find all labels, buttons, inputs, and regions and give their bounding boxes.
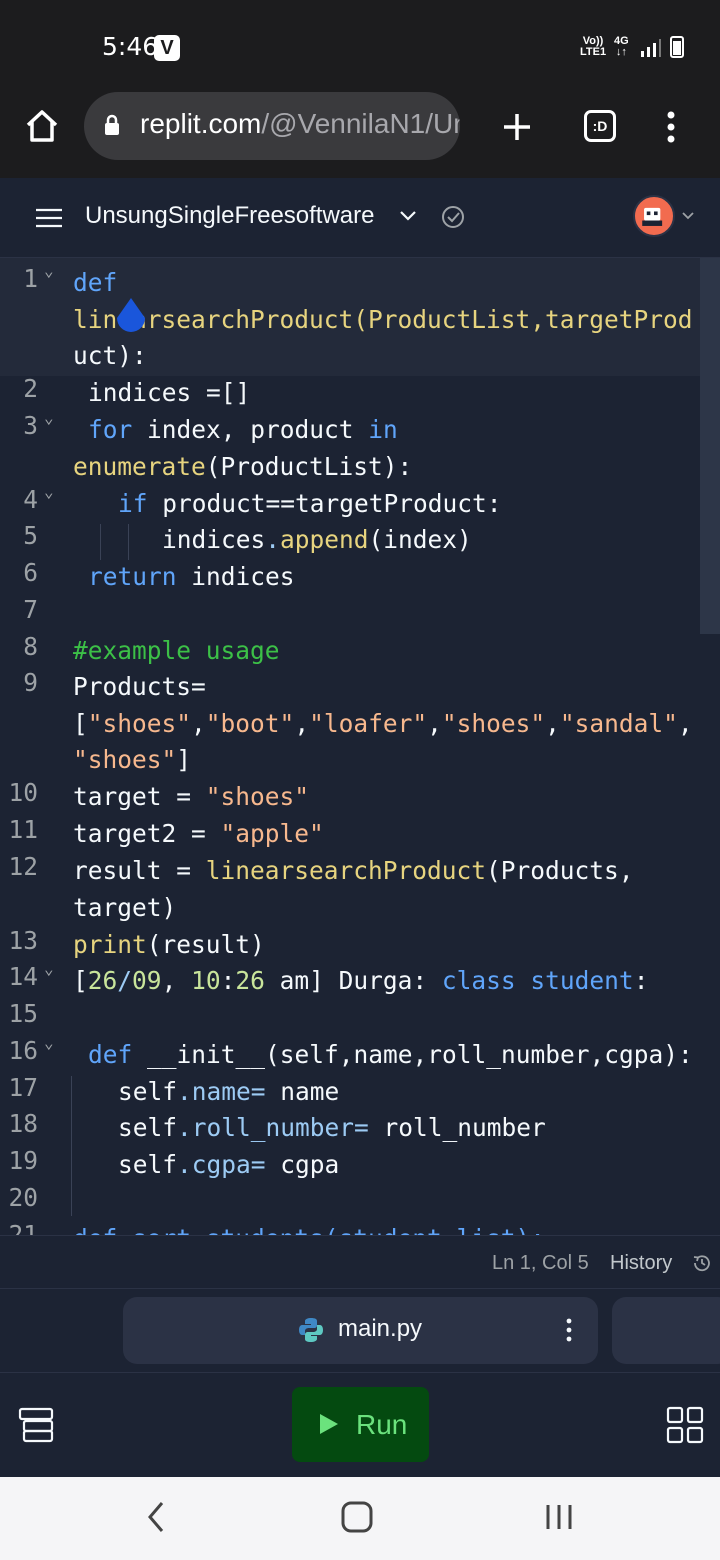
line-number: 21 <box>8 1220 38 1235</box>
home-nav-icon[interactable] <box>341 1501 373 1533</box>
line-number: 19 <box>8 1146 38 1175</box>
line-number: 7 <box>23 595 38 624</box>
line-number: 2 <box>23 374 38 403</box>
recents-icon[interactable] <box>544 1503 574 1531</box>
fold-chevron-icon[interactable]: ⌄ <box>44 408 54 427</box>
code-line: return indices <box>88 562 295 591</box>
code-line: def sort_students(student_list): <box>73 1221 545 1235</box>
more-options-icon[interactable] <box>664 110 678 144</box>
line-number: 3 <box>23 411 38 440</box>
url-text: replit.com/@VennilaN1/Ur <box>140 108 460 139</box>
code-line: if product==targetProduct: <box>118 489 502 518</box>
history-button[interactable]: History <box>610 1252 672 1275</box>
run-button[interactable]: Run <box>292 1387 429 1462</box>
fold-chevron-icon[interactable]: ⌄ <box>44 261 54 280</box>
system-navigation-bar <box>0 1477 720 1560</box>
fold-chevron-icon[interactable]: ⌄ <box>44 959 54 978</box>
fold-chevron-icon[interactable]: ⌄ <box>44 482 54 501</box>
code-line: self.cgpa= cgpa <box>118 1150 340 1179</box>
code-line: "shoes"] <box>73 745 192 774</box>
code-line: enumerate(ProductList): <box>73 452 413 481</box>
avatar-robot-icon <box>642 207 663 226</box>
replit-header: UnsungSingleFreesoftware <box>0 178 720 258</box>
carrier-badge-icon: V <box>154 35 180 61</box>
line-number: 12 <box>8 852 38 881</box>
code-line: print(result) <box>73 930 265 959</box>
line-number: 16 <box>8 1036 38 1065</box>
browser-toolbar: replit.com/@VennilaN1/Ur :D <box>0 90 720 178</box>
play-icon <box>320 1414 338 1434</box>
text-cursor-handle-icon[interactable] <box>113 296 149 340</box>
code-line: #example usage <box>73 636 280 665</box>
line-number: 8 <box>23 632 38 661</box>
line-number: 5 <box>23 521 38 550</box>
line-number: 11 <box>8 815 38 844</box>
tab-label: main.py <box>338 1315 423 1342</box>
code-line: self.name= name <box>118 1077 340 1106</box>
code-line: [26/09, 10:26 am] Durga: class student: <box>73 966 649 995</box>
network-type-indicator: 4G ↓↑ <box>614 35 629 58</box>
code-line: target) <box>73 893 177 922</box>
signal-icon <box>641 39 661 57</box>
tab-options-icon[interactable] <box>565 1317 573 1343</box>
new-tab-icon[interactable] <box>502 112 532 142</box>
file-tabs: main.py <box>0 1289 720 1373</box>
editor-status-bar: Ln 1, Col 5 History <box>0 1235 720 1289</box>
avatar-chevron-icon[interactable] <box>682 212 694 220</box>
code-line: uct): <box>73 341 147 370</box>
line-number: 17 <box>8 1073 38 1102</box>
run-label: Run <box>356 1409 408 1440</box>
home-icon[interactable] <box>24 108 60 144</box>
editor-scrollbar[interactable] <box>700 258 720 634</box>
line-number: 1 <box>23 264 38 293</box>
python-icon <box>299 1318 323 1342</box>
line-number: 15 <box>8 999 38 1028</box>
address-bar[interactable]: replit.com/@VennilaN1/Ur <box>84 92 460 160</box>
line-number: 10 <box>8 778 38 807</box>
status-bar: 5:46 V Vo)) LTE1 4G ↓↑ <box>0 0 720 90</box>
line-number: 18 <box>8 1109 38 1138</box>
line-number: 13 <box>8 926 38 955</box>
code-line: target2 = "apple" <box>73 819 324 848</box>
code-editor[interactable]: 1 ⌄ 2 3 ⌄ 4 ⌄ 5 6 7 8 9 10 11 12 13 14 ⌄ 15 … <box>0 258 720 1235</box>
line-number: 6 <box>23 558 38 587</box>
battery-icon <box>670 36 684 58</box>
avatar[interactable] <box>633 195 675 237</box>
tab-main-py[interactable]: main.py <box>123 1297 598 1364</box>
code-line: def <box>73 268 118 297</box>
volte-indicator: Vo)) LTE1 <box>580 35 607 58</box>
tab-switcher-button[interactable]: :D <box>584 110 616 142</box>
code-line: indices.append(index) <box>162 525 472 554</box>
code-line: indices =[] <box>88 378 251 407</box>
indent-guide <box>71 1076 72 1216</box>
history-icon[interactable] <box>692 1253 712 1273</box>
back-icon[interactable] <box>146 1501 166 1533</box>
tab-next[interactable] <box>612 1297 720 1364</box>
indent-guide <box>128 524 129 560</box>
lock-icon <box>105 114 119 135</box>
cursor-position: Ln 1, Col 5 <box>492 1252 589 1274</box>
grid-icon[interactable] <box>666 1406 704 1444</box>
line-number: 9 <box>23 668 38 697</box>
cloud-check-icon <box>442 206 464 228</box>
chevron-down-icon[interactable] <box>399 210 417 222</box>
menu-icon[interactable] <box>36 208 62 228</box>
project-name[interactable]: UnsungSingleFreesoftware <box>85 202 375 230</box>
clock: 5:46 <box>102 32 159 61</box>
bottom-toolbar: Run <box>0 1373 720 1477</box>
indent-guide <box>100 524 101 560</box>
code-line: Products= <box>73 672 206 701</box>
code-line: self.roll_number= roll_number <box>118 1113 546 1142</box>
code-line: result = linearsearchProduct(Products, <box>73 856 634 885</box>
layers-icon[interactable] <box>18 1407 54 1443</box>
code-line: linearsearchProduct(ProductList,targetPr… <box>73 305 693 334</box>
code-line: ["shoes","boot","loafer","shoes","sandal… <box>73 709 693 738</box>
code-line: for index, product in <box>88 415 398 444</box>
line-number: 20 <box>8 1183 38 1212</box>
code-line: target = "shoes" <box>73 782 310 811</box>
line-number: 14 <box>8 962 38 991</box>
line-number: 4 <box>23 485 38 514</box>
fold-chevron-icon[interactable]: ⌄ <box>44 1033 54 1052</box>
code-line: def __init__(self,name,roll_number,cgpa)… <box>88 1040 693 1069</box>
